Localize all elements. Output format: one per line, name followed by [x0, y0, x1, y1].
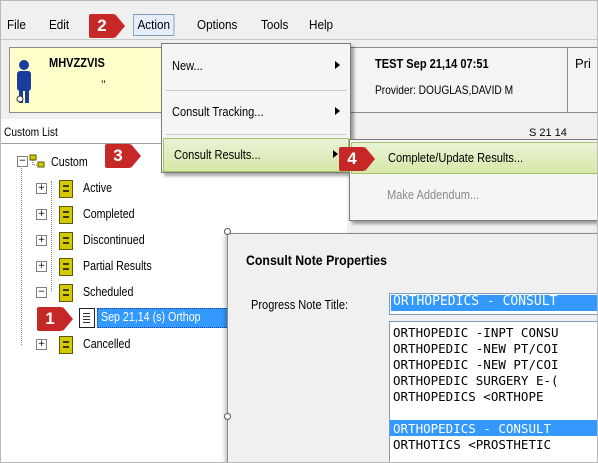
consult-tracking-label: Consult Tracking... — [172, 104, 264, 119]
active-folder-icon — [59, 180, 73, 198]
step-arrow-4-icon — [365, 147, 375, 171]
discontinued-folder-icon — [59, 232, 73, 250]
dialog-title: Consult Note Properties — [246, 252, 388, 268]
list-item[interactable]: ORTHOPEDICS <ORTHOPE — [393, 389, 544, 404]
menu-tools[interactable]: Tools — [261, 17, 288, 32]
title-input-value[interactable]: ORTHOPEDICS - CONSULT — [393, 294, 557, 309]
menu-action[interactable]: Action — [133, 14, 175, 36]
window-frame: File Edit Action Options Tools Help MHVZ… — [0, 0, 598, 463]
expander-cancelled[interactable]: + — [36, 339, 47, 350]
complete-update-results-label: Complete/Update Results... — [388, 150, 524, 165]
step-badge-4: 4 — [339, 147, 365, 171]
tree-node-cancelled[interactable]: Cancelled — [83, 336, 130, 351]
make-addendum-label: Make Addendum... — [387, 187, 480, 202]
cancelled-folder-icon — [59, 336, 73, 354]
partial-results-folder-icon — [59, 258, 73, 276]
visit-provider: Provider: DOUGLAS,DAVID M — [375, 83, 514, 97]
document-icon — [79, 308, 95, 328]
list-item[interactable]: ORTHOPEDIC -INPT CONSU — [393, 325, 559, 340]
visit-title: TEST Sep 21,14 07:51 — [375, 56, 489, 71]
menu-file[interactable]: File — [7, 17, 26, 32]
make-addendum-item: Make Addendum... — [351, 180, 597, 210]
consult-results-label: Consult Results... — [174, 147, 261, 162]
step-arrow-3-icon — [131, 144, 141, 168]
menu-separator — [166, 134, 346, 135]
action-menu-consult-results[interactable]: Consult Results... — [163, 138, 349, 172]
submenu-arrow-icon — [333, 150, 338, 158]
menu-edit[interactable]: Edit — [49, 17, 69, 32]
step-arrow-2-icon — [115, 14, 125, 38]
tree-line — [21, 165, 22, 345]
expander-active[interactable]: + — [36, 183, 47, 194]
complete-update-results-item[interactable]: Complete/Update Results... — [351, 142, 597, 174]
list-item[interactable]: ORTHOPEDIC -NEW PT/COI — [393, 357, 559, 372]
expander-scheduled[interactable]: − — [36, 287, 47, 298]
step-arrow-1-icon — [63, 307, 73, 331]
completed-folder-icon — [59, 206, 73, 224]
tree-node-scheduled[interactable]: Scheduled — [83, 284, 133, 299]
primary-label: Pri — [575, 56, 591, 71]
menu-separator — [166, 90, 346, 91]
step-badge-1: 1 — [37, 307, 63, 331]
right-header-fragment: S 21 14 — [529, 127, 567, 139]
tree-node-completed[interactable]: Completed — [83, 206, 135, 221]
list-item[interactable]: ORTHOPEDIC SURGERY E-( — [393, 373, 559, 388]
tree-node-active[interactable]: Active — [83, 180, 112, 195]
resize-handle[interactable] — [224, 413, 231, 420]
action-menu-new-label: New... — [172, 58, 203, 73]
step-badge-3: 3 — [105, 144, 131, 168]
step-badge-2: 2 — [89, 14, 115, 38]
action-menu-new[interactable]: New... — [162, 50, 350, 82]
expander-partial-results[interactable]: + — [36, 261, 47, 272]
list-item[interactable]: ORTHOPEDIC -NEW PT/COI — [393, 341, 559, 356]
custom-list-label: Custom List — [4, 125, 58, 139]
scheduled-folder-icon — [59, 284, 73, 302]
menu-options[interactable]: Options — [197, 17, 237, 32]
consult-results-submenu: Complete/Update Results... Make Addendum… — [349, 139, 597, 221]
list-item[interactable]: ORTHOTICS <PROSTHETIC — [393, 437, 551, 452]
list-item-selected[interactable]: ORTHOPEDICS - CONSULT — [393, 421, 551, 436]
submenu-arrow-icon — [335, 61, 340, 69]
patient-sub: ’’ — [101, 79, 106, 91]
action-menu-consult-tracking[interactable]: Consult Tracking... — [162, 96, 350, 128]
resize-handle[interactable] — [224, 228, 231, 235]
menu-help[interactable]: Help — [309, 17, 333, 32]
selected-consult-label[interactable]: Sep 21,14 (s) Orthop — [101, 309, 201, 324]
tree-root-custom[interactable]: Custom — [51, 154, 88, 169]
tree-line — [51, 181, 52, 291]
expander-completed[interactable]: + — [36, 209, 47, 220]
tree-node-discontinued[interactable]: Discontinued — [83, 232, 145, 247]
patient-name: MHVZZVIS — [49, 55, 105, 70]
submenu-arrow-icon — [335, 107, 340, 115]
custom-folder-icon — [29, 154, 45, 168]
progress-note-title-label: Progress Note Title: — [251, 297, 349, 312]
tree-node-partial-results[interactable]: Partial Results — [83, 258, 152, 273]
expander-discontinued[interactable]: + — [36, 235, 47, 246]
action-menu: New... Consult Tracking... Consult Resul… — [161, 43, 351, 173]
expander-root[interactable]: − — [17, 156, 28, 167]
person-icon — [16, 60, 31, 103]
